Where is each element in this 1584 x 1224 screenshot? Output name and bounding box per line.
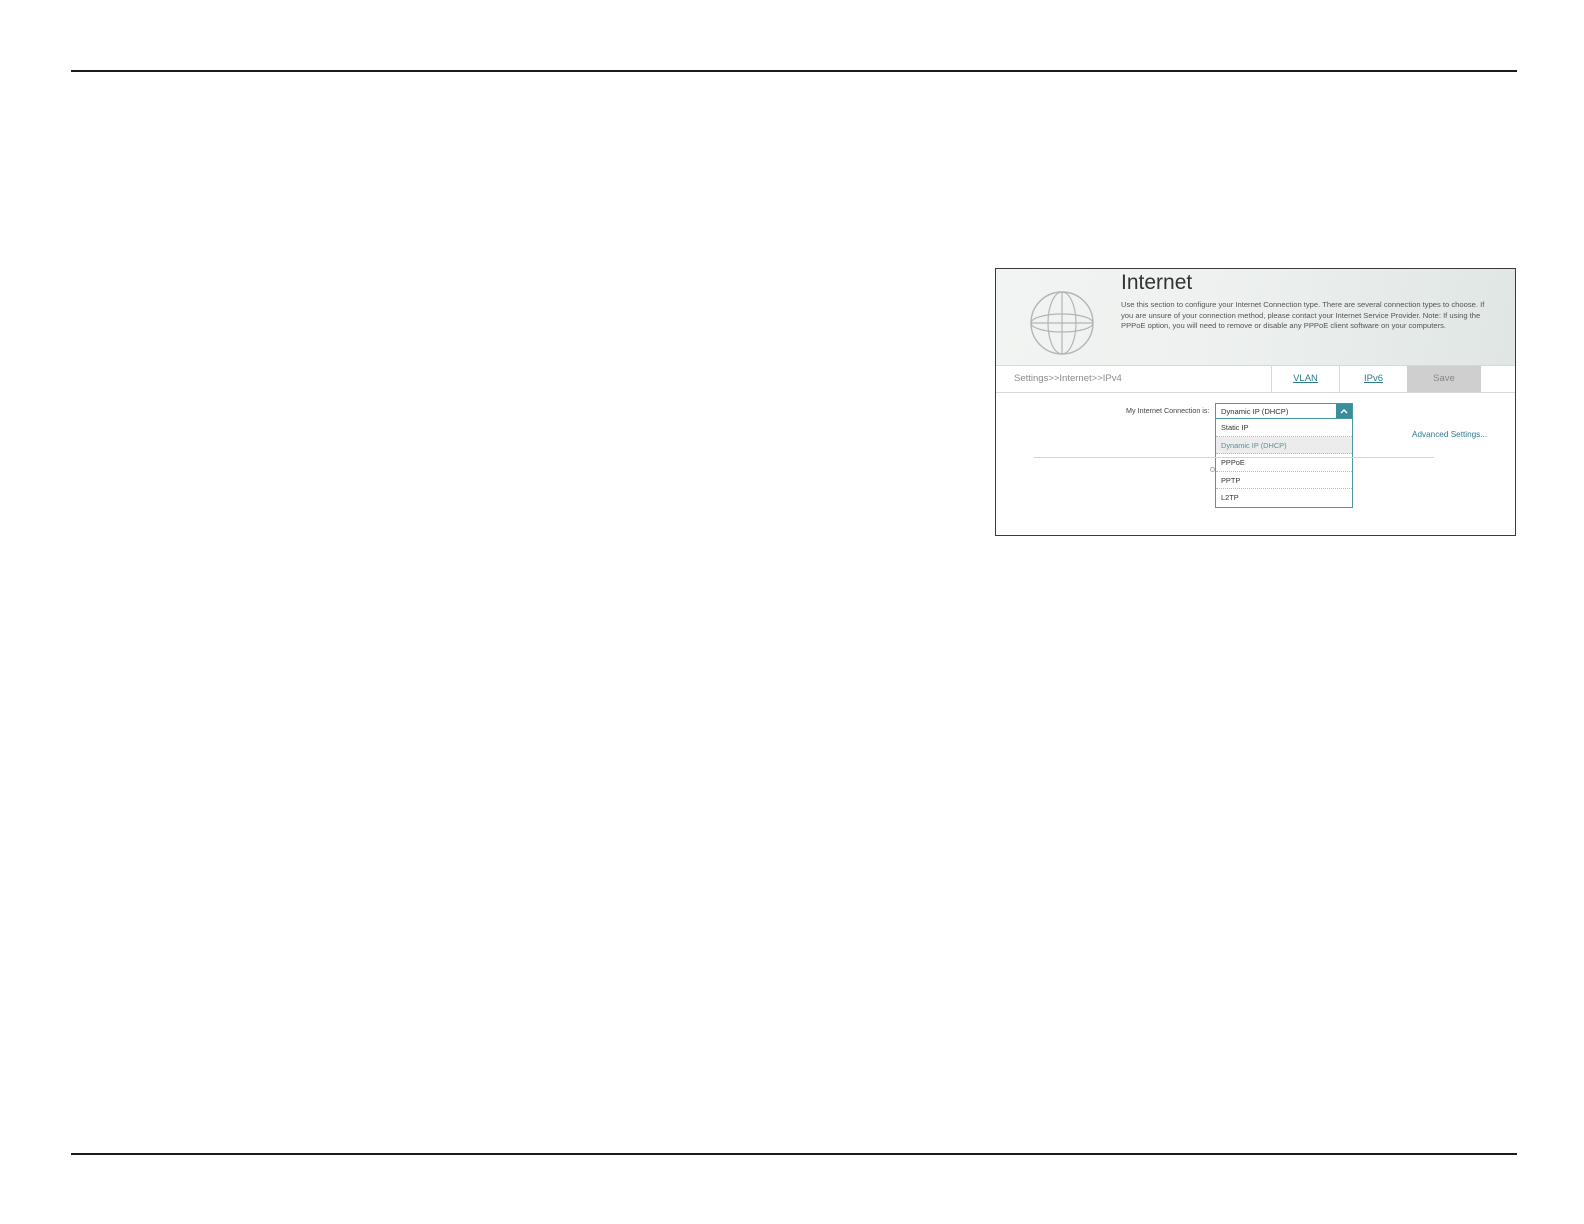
option-l2tp[interactable]: L2TP [1216, 489, 1352, 507]
tab-ipv6[interactable]: IPv6 [1339, 366, 1407, 392]
connection-type-select[interactable]: Dynamic IP (DHCP) [1215, 403, 1353, 419]
option-static-ip[interactable]: Static IP [1216, 419, 1352, 437]
router-ui-screenshot: Internet Use this section to configure y… [995, 268, 1516, 536]
globe-icon [1030, 291, 1094, 355]
advanced-settings-link[interactable]: Advanced Settings... [1412, 430, 1487, 439]
navigation-bar: Settings>>Internet>>IPv4 VLAN IPv6 Save [996, 365, 1515, 393]
connection-type-value: Dynamic IP (DHCP) [1221, 407, 1289, 416]
breadcrumb: Settings>>Internet>>IPv4 [1014, 373, 1122, 384]
save-button[interactable]: Save [1407, 366, 1481, 392]
panel-header: Internet Use this section to configure y… [996, 269, 1515, 365]
chevron-up-icon[interactable] [1336, 404, 1352, 418]
page-bottom-rule [71, 1153, 1517, 1155]
connection-type-label: My Internet Connection is: [1126, 406, 1210, 415]
toggle-dot-icon [1210, 467, 1215, 472]
option-pptp[interactable]: PPTP [1216, 472, 1352, 490]
section-divider [1034, 457, 1434, 458]
connection-type-dropdown: Static IP Dynamic IP (DHCP) PPPoE PPTP L… [1215, 419, 1353, 508]
option-dynamic-ip[interactable]: Dynamic IP (DHCP) [1216, 436, 1352, 455]
page-top-rule [71, 70, 1517, 72]
page-description: Use this section to configure your Inter… [1121, 300, 1485, 331]
page-title: Internet [1121, 271, 1193, 294]
tab-vlan[interactable]: VLAN [1271, 366, 1339, 392]
